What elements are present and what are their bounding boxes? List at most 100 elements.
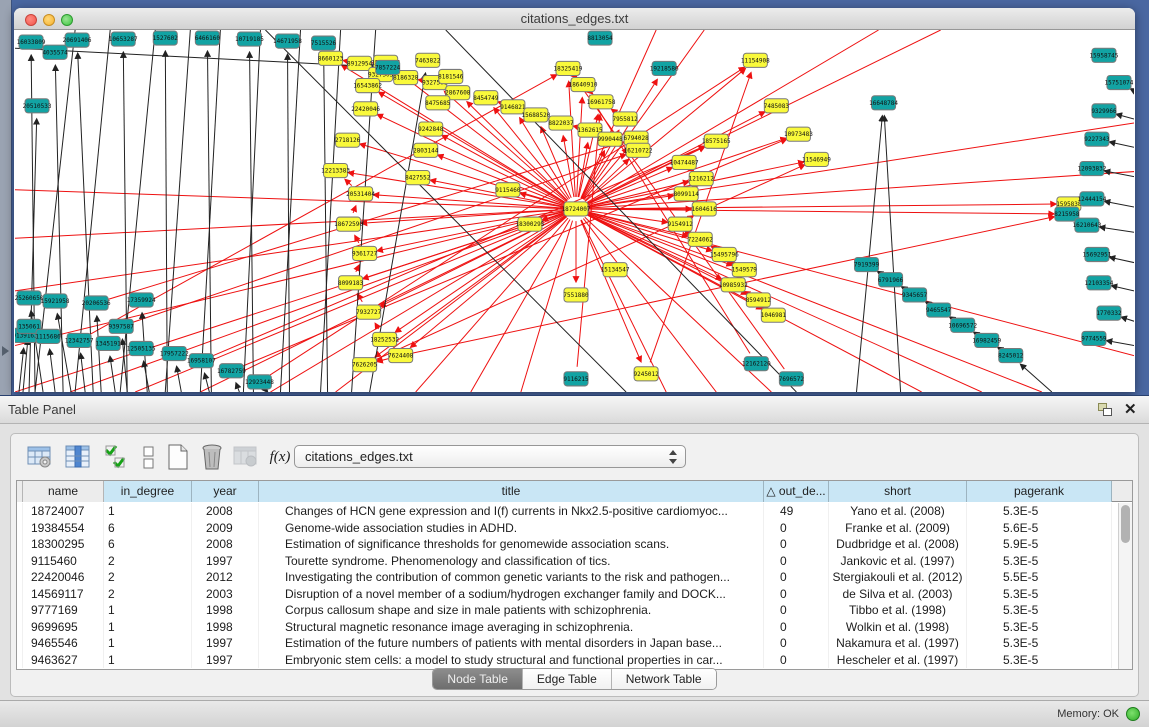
delete-table-icon[interactable] xyxy=(231,442,261,472)
cell-in_degree[interactable]: 6 xyxy=(104,520,192,537)
cell-out_de[interactable]: 0 xyxy=(764,619,829,636)
table-row[interactable]: 969969511998Structural magnetic resonanc… xyxy=(17,619,1118,636)
cell-out_de[interactable]: 0 xyxy=(764,602,829,619)
network-node[interactable]: 20206536 xyxy=(82,296,111,310)
cell-short[interactable]: Dudbridge et al. (2008) xyxy=(829,536,967,553)
network-node[interactable]: 18672590 xyxy=(334,217,363,231)
cell-in_degree[interactable]: 2 xyxy=(104,569,192,586)
network-node[interactable]: 7624408 xyxy=(388,349,414,363)
delete-columns-icon[interactable] xyxy=(197,442,227,472)
network-node[interactable]: 10973483 xyxy=(784,127,813,141)
network-node[interactable]: 7857224 xyxy=(375,60,401,74)
network-node[interactable]: 15921958 xyxy=(41,294,70,308)
network-node[interactable]: 8454749 xyxy=(473,91,499,105)
network-node[interactable]: 20691406 xyxy=(63,33,92,47)
network-node[interactable]: 9329966 xyxy=(1091,104,1117,118)
cell-year[interactable]: 2008 xyxy=(192,503,259,520)
network-node[interactable]: 12505135 xyxy=(127,341,156,355)
network-node[interactable]: 22420046 xyxy=(351,102,380,116)
memory-status-indicator[interactable] xyxy=(1126,707,1140,721)
cell-name[interactable]: 18300295 xyxy=(23,536,104,553)
network-node[interactable]: 20510533 xyxy=(23,99,52,113)
network-node[interactable]: 8099114 xyxy=(674,187,700,201)
network-node[interactable]: 6466160 xyxy=(195,31,221,45)
network-node[interactable]: 12444154 xyxy=(1078,192,1107,206)
close-icon[interactable]: ✕ xyxy=(1124,400,1137,418)
network-node[interactable]: 25260650 xyxy=(15,291,44,305)
network-node[interactable]: 8427552 xyxy=(405,171,431,185)
cell-in_degree[interactable]: 1 xyxy=(104,602,192,619)
cell-name[interactable]: 18724007 xyxy=(23,503,104,520)
network-node[interactable]: 2718126 xyxy=(335,133,361,147)
network-node[interactable]: 9154912 xyxy=(668,217,694,231)
cell-pagerank[interactable]: 5.3E-5 xyxy=(967,635,1112,652)
network-node[interactable]: 8813054 xyxy=(587,31,613,45)
tab-node-table[interactable]: Node Table xyxy=(433,669,523,689)
network-node[interactable]: 16958107 xyxy=(187,354,216,368)
network-node[interactable]: 8475685 xyxy=(425,96,451,110)
network-node[interactable]: 1604616 xyxy=(692,202,718,216)
network-node[interactable]: 2803144 xyxy=(413,143,439,157)
network-canvas[interactable]: 1872400786601238912954182260589327503165… xyxy=(15,30,1134,392)
cell-name[interactable]: 22420046 xyxy=(23,569,104,586)
cell-name[interactable]: 9699695 xyxy=(23,619,104,636)
cell-out_de[interactable]: 0 xyxy=(764,536,829,553)
network-node[interactable]: 18724007 xyxy=(562,202,591,216)
network-node[interactable]: 10719185 xyxy=(235,32,264,46)
table-row[interactable]: 946362711997Embryonic stem cells: a mode… xyxy=(17,652,1118,669)
network-node[interactable]: 16210643 xyxy=(1072,218,1101,232)
network-node[interactable]: 9774559 xyxy=(1081,331,1107,345)
network-node[interactable]: 7955812 xyxy=(612,112,638,126)
scrollbar-thumb[interactable] xyxy=(1121,505,1130,543)
network-node[interactable]: 15751074 xyxy=(1105,76,1134,90)
cell-year[interactable]: 2008 xyxy=(192,536,259,553)
cell-name[interactable]: 9115460 xyxy=(23,553,104,570)
network-node[interactable]: 16033809 xyxy=(17,35,46,49)
cell-out_de[interactable]: 0 xyxy=(764,520,829,537)
cell-out_de[interactable]: 0 xyxy=(764,553,829,570)
table-row[interactable]: 911546021997Tourette syndrome. Phenomeno… xyxy=(17,553,1118,570)
table-row[interactable]: 946554611997Estimation of the future num… xyxy=(17,635,1118,652)
cell-title[interactable]: Changes of HCN gene expression and I(f) … xyxy=(259,503,764,520)
network-node[interactable]: 12103354 xyxy=(1085,276,1114,290)
network-node[interactable]: 18300295 xyxy=(515,217,544,231)
network-node[interactable]: 1770332 xyxy=(1096,306,1122,320)
cell-title[interactable]: Investigating the contribution of common… xyxy=(259,569,764,586)
network-node[interactable]: 16210722 xyxy=(624,143,653,157)
select-all-icon[interactable] xyxy=(101,442,131,472)
network-node[interactable]: 17957222 xyxy=(160,346,189,360)
cell-in_degree[interactable]: 1 xyxy=(104,619,192,636)
cell-short[interactable]: de Silva et al. (2003) xyxy=(829,586,967,603)
network-node[interactable]: 15958745 xyxy=(1090,48,1119,62)
column-header-in_degree[interactable]: in_degree xyxy=(104,481,192,502)
cell-short[interactable]: Wolkin et al. (1998) xyxy=(829,619,967,636)
column-header-pagerank[interactable]: pagerank xyxy=(967,481,1112,502)
cell-year[interactable]: 2012 xyxy=(192,569,259,586)
network-node[interactable]: 9245012 xyxy=(634,367,660,381)
network-node[interactable]: 9990448 xyxy=(597,132,623,146)
network-node[interactable]: 18575165 xyxy=(702,134,731,148)
network-node[interactable]: 1046981 xyxy=(761,308,787,322)
network-node[interactable]: 9465547 xyxy=(926,303,952,317)
close-button[interactable] xyxy=(25,14,37,26)
network-node[interactable]: 10985932 xyxy=(719,278,748,292)
network-node[interactable]: 7463822 xyxy=(415,53,441,67)
cell-pagerank[interactable]: 5.6E-5 xyxy=(967,520,1112,537)
network-node[interactable]: 7932727 xyxy=(356,305,382,319)
cell-pagerank[interactable]: 5.9E-5 xyxy=(967,536,1112,553)
network-node[interactable]: 7485083 xyxy=(764,99,790,113)
float-window-icon[interactable] xyxy=(1098,403,1113,417)
network-node[interactable]: 9115460 xyxy=(495,183,521,197)
network-node[interactable]: 15495796 xyxy=(710,247,739,261)
cell-name[interactable]: 14569117 xyxy=(23,586,104,603)
network-node[interactable]: 10474487 xyxy=(670,155,699,169)
cell-in_degree[interactable]: 6 xyxy=(104,536,192,553)
network-node[interactable]: 7626205 xyxy=(352,358,378,372)
cell-year[interactable]: 1998 xyxy=(192,602,259,619)
cell-short[interactable]: Nakamura et al. (1997) xyxy=(829,635,967,652)
network-node[interactable]: 16782759 xyxy=(217,364,246,378)
cell-pagerank[interactable]: 5.5E-5 xyxy=(967,569,1112,586)
show-column-icon[interactable] xyxy=(63,442,93,472)
citation-network-graph[interactable]: 1872400786601238912954182260589327503165… xyxy=(15,30,1134,392)
network-node[interactable]: 9345657 xyxy=(902,288,928,302)
